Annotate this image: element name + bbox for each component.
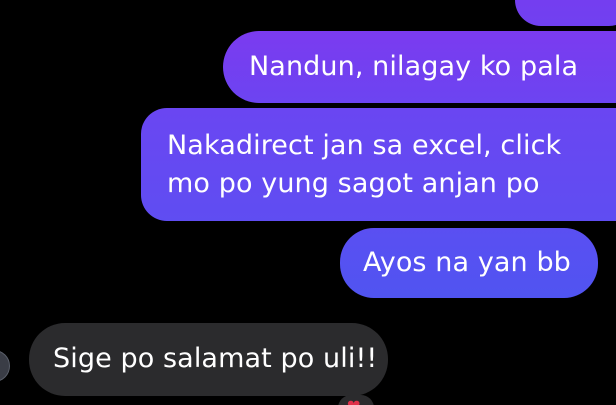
message-text: Sige po salamat po uli!! — [53, 343, 378, 374]
chat-thread: Nandun, nilagay ko pala Nakadirect jan s… — [0, 0, 616, 405]
message-text-line: mo po yung sagot anjan po — [167, 168, 540, 199]
heart-icon: ❤ — [347, 398, 360, 405]
message-reaction[interactable]: ❤ — [338, 395, 374, 405]
outgoing-message-bubble[interactable]: Nandun, nilagay ko pala — [223, 31, 616, 103]
outgoing-message-bubble[interactable]: Nakadirect jan sa excel, click mo po yun… — [141, 108, 616, 221]
message-text: Nandun, nilagay ko pala — [249, 51, 579, 82]
outgoing-message-bubble[interactable]: Ayos na yan bb — [340, 228, 598, 298]
outgoing-message-bubble[interactable] — [515, 0, 616, 26]
incoming-message-bubble[interactable]: Sige po salamat po uli!! — [29, 323, 388, 396]
message-text-line: Nakadirect jan sa excel, click — [167, 130, 562, 161]
message-text: Ayos na yan bb — [363, 247, 571, 278]
avatar[interactable] — [0, 350, 10, 382]
